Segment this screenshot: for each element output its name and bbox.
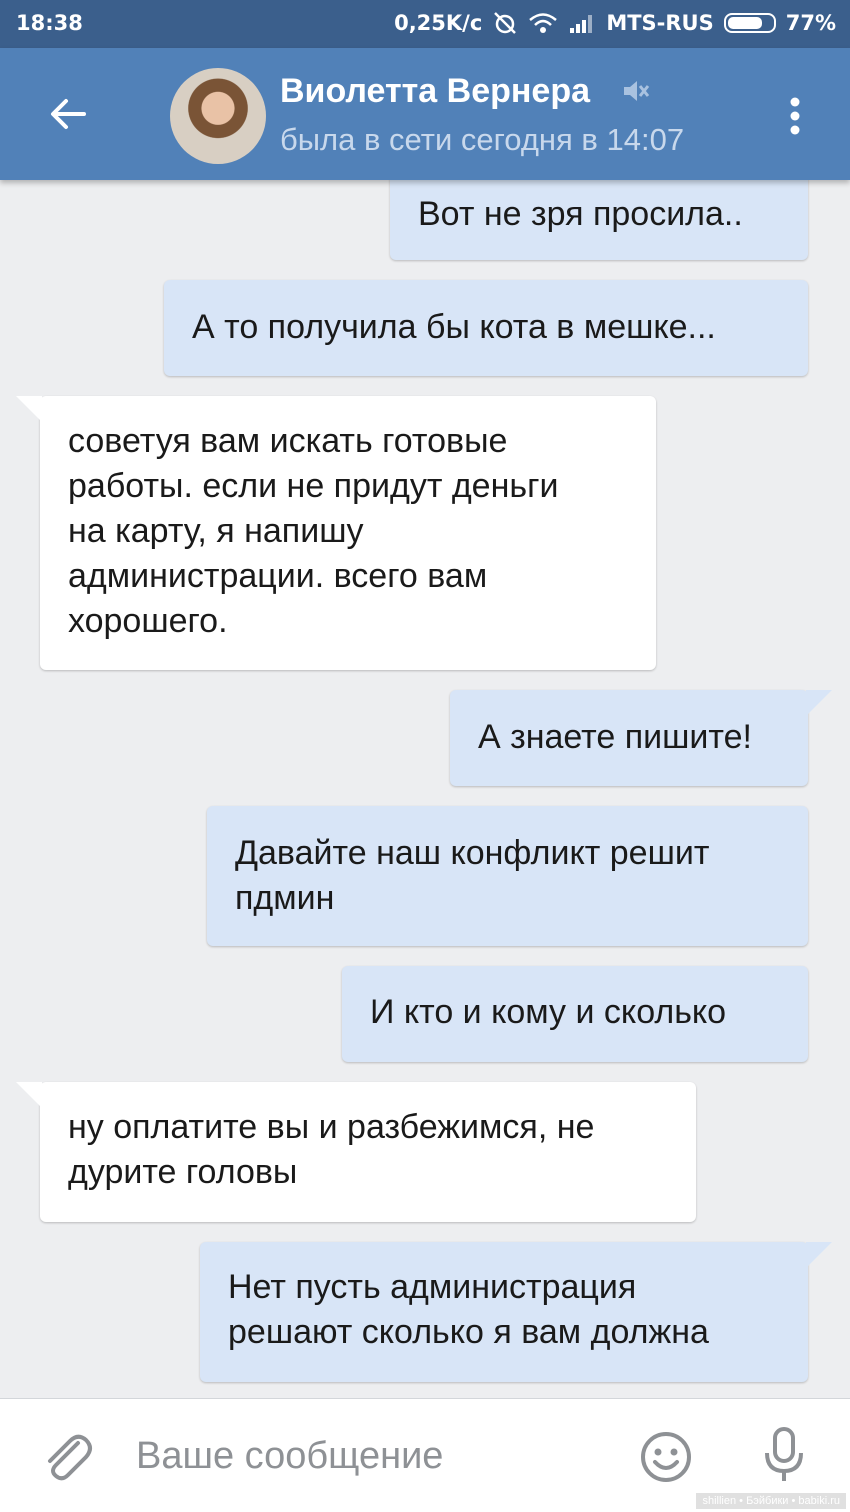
message-input[interactable]: Ваше сообщение xyxy=(136,1435,443,1478)
mute-icon xyxy=(620,76,650,111)
outgoing-message[interactable]: И кто и кому и сколько xyxy=(342,966,808,1062)
network-speed: 0,25K/c xyxy=(394,11,483,35)
watermark: shillien • Бэйбики • babiki.ru xyxy=(696,1493,846,1509)
alarm-off-icon xyxy=(492,11,518,35)
message-line: работы. если не придут деньги xyxy=(68,467,559,505)
status-indicators: 0,25K/c MTS-RUS 77% xyxy=(394,11,836,35)
message-text: А знаете пишите! xyxy=(478,718,752,756)
back-arrow-icon[interactable] xyxy=(44,90,92,138)
message-line: Нет пусть администрация xyxy=(228,1268,637,1306)
bubble-tail xyxy=(806,690,832,716)
incoming-message[interactable]: ну оплатите вы и разбежимся, не дурите г… xyxy=(16,1082,696,1222)
outgoing-message[interactable]: Нет пусть администрация решают сколько я… xyxy=(200,1242,832,1382)
message-line: советуя вам искать готовые xyxy=(68,422,508,460)
bubble-tail xyxy=(806,1242,832,1268)
bubble-tail xyxy=(16,396,42,422)
message-line: на карту, я напишу xyxy=(68,512,364,550)
message-text: И кто и кому и сколько xyxy=(370,993,727,1031)
signal-icon xyxy=(568,12,596,34)
smile-icon[interactable] xyxy=(638,1429,694,1490)
outgoing-message[interactable]: А знаете пишите! xyxy=(450,690,832,786)
message-line: ну оплатите вы и разбежимся, не xyxy=(68,1108,595,1146)
message-text: А то получила бы кота в мешке... xyxy=(192,308,716,346)
chat-header: Виолетта Вернера была в сети сегодня в 1… xyxy=(0,48,850,180)
message-line: администрации. всего вам xyxy=(68,557,488,595)
bubble-tail xyxy=(16,1082,42,1108)
battery-percent: 77% xyxy=(785,11,836,35)
battery-fill xyxy=(727,17,762,29)
avatar[interactable] xyxy=(170,68,266,164)
microphone-icon[interactable] xyxy=(760,1425,808,1490)
incoming-message[interactable]: советуя вам искать готовые работы. если … xyxy=(16,396,656,670)
battery-icon xyxy=(723,13,776,33)
outgoing-message[interactable]: Давайте наш конфликт решит пдмин xyxy=(207,806,808,946)
message-line: дурите головы xyxy=(68,1153,298,1191)
last-seen-status: была в сети сегодня в 14:07 xyxy=(280,122,685,157)
outgoing-message[interactable]: А то получила бы кота в мешке... xyxy=(164,280,808,376)
message-line: хорошего. xyxy=(68,602,228,640)
message-text: Вот не зря просила.. xyxy=(418,195,743,233)
carrier-name: MTS-RUS xyxy=(606,11,714,35)
message-line: Давайте наш конфликт решит xyxy=(235,834,710,872)
wifi-icon xyxy=(528,12,558,34)
more-vertical-icon[interactable] xyxy=(780,92,810,140)
status-time: 18:38 xyxy=(16,11,83,35)
status-bar: 18:38 0,25K/c MTS-RUS 77% xyxy=(0,0,850,48)
paperclip-icon[interactable] xyxy=(40,1429,94,1490)
contact-name[interactable]: Виолетта Вернера xyxy=(280,72,590,111)
message-line: пдмин xyxy=(235,879,335,917)
message-line: решают сколько я вам должна xyxy=(228,1313,709,1351)
